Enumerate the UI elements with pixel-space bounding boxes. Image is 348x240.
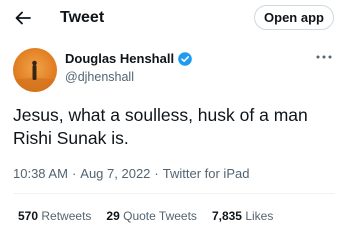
verified-badge-icon — [178, 52, 192, 66]
author-name-text[interactable]: Douglas Henshall — [65, 51, 174, 67]
open-app-button[interactable]: Open app — [254, 5, 334, 30]
page-title: Tweet — [60, 9, 105, 26]
tweet-text: Jesus, what a soulless, husk of a man Ri… — [13, 105, 308, 148]
quote-tweets-label: Quote Tweets — [123, 209, 197, 223]
back-arrow-icon[interactable] — [12, 7, 34, 29]
divider — [13, 193, 335, 194]
meta-separator: · — [71, 166, 77, 181]
meta-separator: · — [154, 166, 159, 181]
author-name[interactable]: Douglas Henshall — [65, 51, 192, 67]
likes-count: 7,835 — [211, 209, 242, 223]
tweet-stats: 570 Retweets 29 Quote Tweets 7,835 Likes — [18, 208, 288, 224]
likes-label: Likes — [245, 209, 274, 223]
quote-tweets-stat[interactable]: 29 Quote Tweets — [106, 208, 197, 224]
tweet-date[interactable]: Aug 7, 2022 — [80, 166, 150, 181]
tweet-meta: 10:38 AM · Aug 7, 2022 · Twitter for iPad — [13, 166, 249, 182]
more-options-icon[interactable] — [313, 50, 335, 64]
tweet-source[interactable]: Twitter for iPad — [163, 166, 250, 181]
retweets-count: 570 — [18, 209, 39, 223]
retweets-label: Retweets — [41, 209, 92, 223]
quote-tweets-count: 29 — [106, 209, 120, 223]
tweet-time[interactable]: 10:38 AM — [13, 166, 68, 181]
retweets-stat[interactable]: 570 Retweets — [18, 208, 91, 224]
top-bar: Tweet Open app — [0, 0, 348, 36]
author-handle[interactable]: @djhenshall — [65, 69, 134, 85]
likes-stat[interactable]: 7,835 Likes — [212, 208, 273, 224]
avatar[interactable] — [13, 48, 57, 92]
